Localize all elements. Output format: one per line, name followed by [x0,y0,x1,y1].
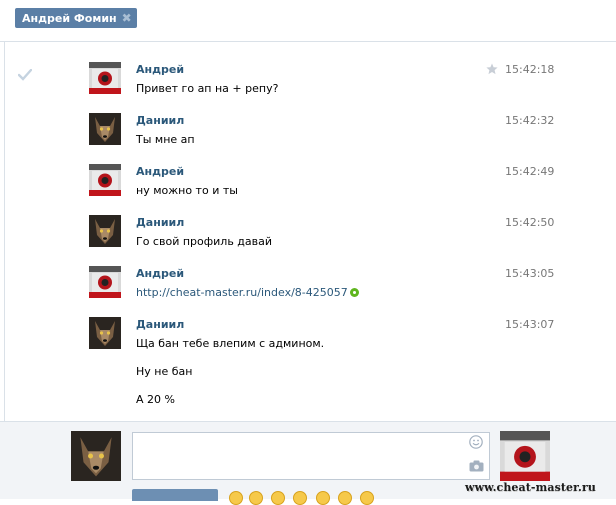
message-text: Ты мне ап [136,133,195,146]
avatar[interactable] [89,266,121,298]
camera-icon[interactable] [469,460,484,472]
message-text: ну можно то и ты [136,184,238,197]
message-input[interactable] [132,432,490,480]
message-text: http://cheat-master.ru/index/8-425057 [136,286,359,299]
message-text: Го свой профиль давай [136,235,273,248]
message-time: 15:42:32 [505,114,555,127]
my-avatar[interactable] [71,431,121,481]
emoji-icon[interactable] [338,491,352,505]
message-time: 15:42:18 [505,63,555,76]
recipient-chip-label: Андрей Фомин [22,11,117,25]
watermark: www.cheat-master.ru [465,481,596,494]
message-text: Привет го ап на + репу? [136,82,279,95]
avatar[interactable] [89,164,121,196]
recipient-chip[interactable]: Андрей Фомин ✖ [15,8,137,28]
message-time: 15:43:07 [505,318,555,331]
message-text: А 20 % [136,393,175,406]
avatar[interactable] [89,215,121,247]
author-name[interactable]: Даниил [136,216,184,229]
dialog-header: Андрей Фомин ✖ [0,0,616,42]
history-border [4,42,5,422]
emoji-icon[interactable] [316,491,330,505]
link-ok-icon [349,288,359,297]
message-time: 15:42:50 [505,216,555,229]
avatar[interactable] [89,317,121,349]
smile-icon[interactable] [469,435,483,449]
author-name[interactable]: Даниил [136,114,184,127]
emoji-icon[interactable] [271,491,285,505]
emoji-icon[interactable] [293,491,307,505]
message-text: Ща бан тебе влепим с админом. [136,337,325,350]
author-name[interactable]: Даниил [136,318,184,331]
checkmark-icon[interactable] [18,69,32,81]
emoji-icon[interactable] [229,491,243,505]
message-text: Ну не бан [136,365,193,378]
author-name[interactable]: Андрей [136,165,184,178]
author-name[interactable]: Андрей [136,267,184,280]
message-link[interactable]: http://cheat-master.ru/index/8-425057 [136,286,348,299]
emoji-icon[interactable] [360,491,374,505]
recipient-avatar[interactable] [500,431,550,481]
avatar[interactable] [89,113,121,145]
close-icon[interactable]: ✖ [122,11,132,25]
message-time: 15:43:05 [505,267,555,280]
message-time: 15:42:49 [505,165,555,178]
author-name[interactable]: Андрей [136,63,184,76]
avatar[interactable] [89,62,121,94]
star-icon[interactable] [486,63,498,75]
send-button[interactable] [132,489,218,501]
emoji-icon[interactable] [249,491,263,505]
